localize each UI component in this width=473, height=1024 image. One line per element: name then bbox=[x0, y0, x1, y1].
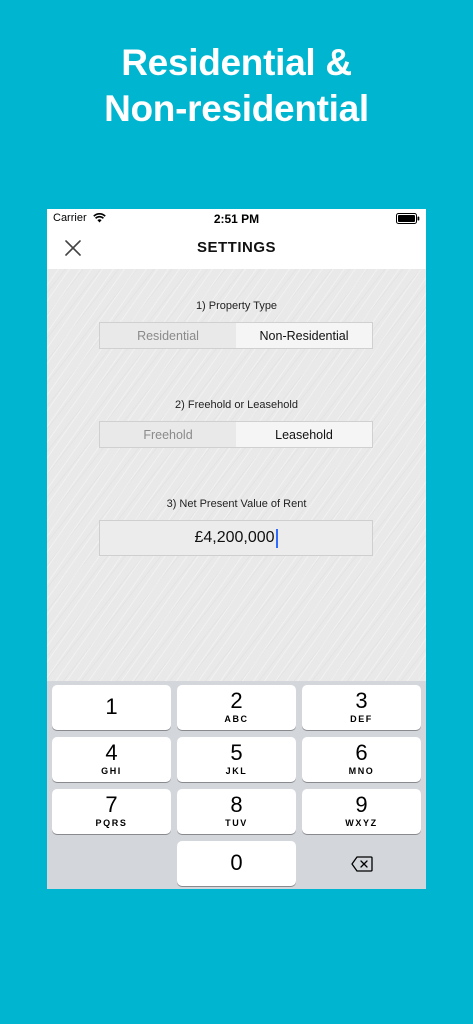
backspace-icon bbox=[350, 855, 373, 872]
property-type-label: 1) Property Type bbox=[195, 300, 278, 312]
segment-residential[interactable]: Residential bbox=[100, 323, 236, 348]
key-digit: 6 bbox=[355, 740, 368, 765]
key-digit: 5 bbox=[230, 740, 243, 765]
headline-line-2: Non-residential bbox=[104, 88, 369, 129]
segment-non-residential[interactable]: Non-Residential bbox=[236, 323, 372, 348]
rent-label: 3) Net Present Value of Rent bbox=[166, 498, 307, 510]
key-digit: 9 bbox=[355, 792, 368, 817]
key-4[interactable]: 4 GHI bbox=[52, 737, 171, 782]
key-digit: 2 bbox=[230, 688, 243, 713]
key-digit: 8 bbox=[230, 792, 243, 817]
segment-freehold[interactable]: Freehold bbox=[100, 422, 236, 447]
key-5[interactable]: 5 JKL bbox=[177, 737, 296, 782]
segment-leasehold[interactable]: Leasehold bbox=[236, 422, 372, 447]
key-letters: TUV bbox=[225, 818, 248, 828]
key-digit: 7 bbox=[105, 792, 118, 817]
key-3[interactable]: 3 DEF bbox=[302, 685, 421, 730]
nav-bar: SETTINGS bbox=[47, 229, 426, 269]
rent-value: £4,200,000 bbox=[194, 529, 275, 546]
key-letters: MNO bbox=[348, 766, 375, 776]
promo-headline: Residential & Non-residential bbox=[0, 40, 473, 132]
numeric-keypad: 1 2 ABC 3 DEF 4 GHI 5 JKL 6 MNO 7 PQRS 8… bbox=[47, 681, 426, 889]
key-6[interactable]: 6 MNO bbox=[302, 737, 421, 782]
key-letters: ABC bbox=[224, 714, 249, 724]
text-caret bbox=[275, 528, 278, 548]
battery-icon bbox=[396, 213, 420, 224]
delete-key[interactable] bbox=[302, 841, 421, 886]
status-bar: Carrier 2:51 PM bbox=[47, 209, 426, 229]
tenure-segmented-control: Freehold Leasehold bbox=[99, 421, 373, 448]
key-letters: JKL bbox=[225, 766, 248, 776]
key-letters: GHI bbox=[101, 766, 122, 776]
property-type-segmented-control: Residential Non-Residential bbox=[99, 322, 373, 349]
key-letters: PQRS bbox=[95, 818, 128, 828]
key-9[interactable]: 9 WXYZ bbox=[302, 789, 421, 834]
key-7[interactable]: 7 PQRS bbox=[52, 789, 171, 834]
key-letters: WXYZ bbox=[345, 818, 378, 828]
settings-form: 1) Property Type Residential Non-Residen… bbox=[47, 269, 426, 681]
key-2[interactable]: 2 ABC bbox=[177, 685, 296, 730]
headline-line-1: Residential & bbox=[121, 42, 352, 83]
page-title: SETTINGS bbox=[196, 239, 276, 256]
key-digit: 4 bbox=[105, 740, 118, 765]
phone-screen: Carrier 2:51 PM SETTINGS 1) Property Typ… bbox=[47, 209, 426, 889]
key-digit: 0 bbox=[230, 850, 243, 875]
status-time: 2:51 PM bbox=[213, 212, 260, 226]
key-digit: 3 bbox=[355, 688, 368, 713]
rent-input[interactable]: £4,200,000 bbox=[99, 520, 373, 556]
key-0[interactable]: 0 bbox=[177, 841, 296, 886]
tenure-label: 2) Freehold or Leasehold bbox=[175, 399, 298, 411]
key-digit: 1 bbox=[105, 694, 118, 719]
key-8[interactable]: 8 TUV bbox=[177, 789, 296, 834]
key-letters: DEF bbox=[350, 714, 373, 724]
key-1[interactable]: 1 bbox=[52, 685, 171, 730]
